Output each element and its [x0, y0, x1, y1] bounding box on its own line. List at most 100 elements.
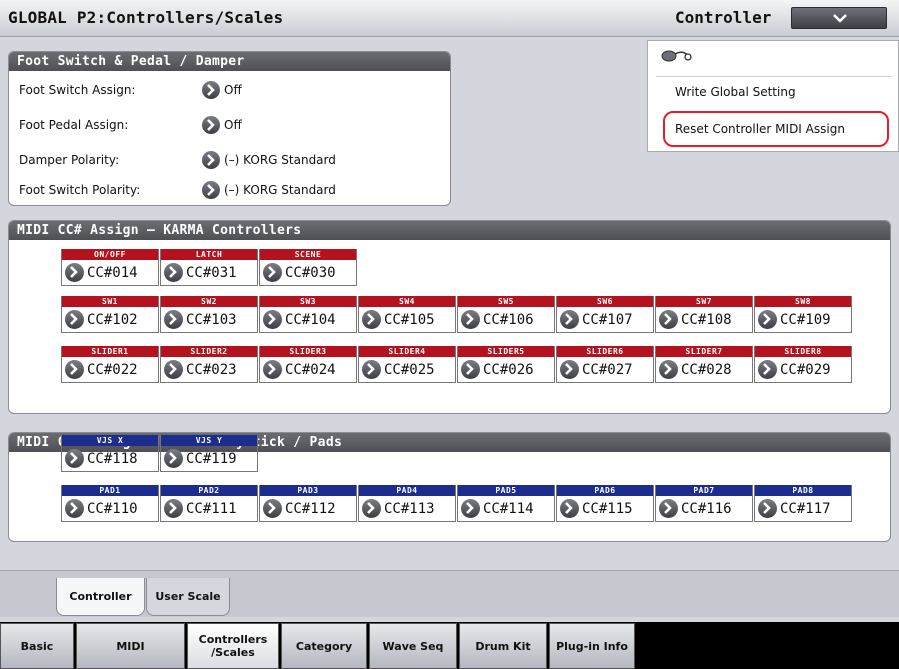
cc-value-selector[interactable]: CC#105 — [362, 309, 435, 330]
chevron-right-icon[interactable] — [263, 309, 282, 329]
karma-controllers-panel: MIDI CC# Assign – KARMA Controllers ON/O… — [8, 220, 891, 414]
reset-controller-midi-assign-menu-item[interactable]: Reset Controller MIDI Assign — [663, 111, 889, 147]
cc-value-selector[interactable]: CC#110 — [65, 498, 138, 519]
chevron-right-icon[interactable] — [461, 359, 480, 379]
cc-tag-label: PAD8 — [755, 485, 851, 496]
cc-value-selector[interactable]: CC#026 — [461, 359, 534, 380]
tab-controllers-scales[interactable]: Controllers/Scales — [187, 623, 279, 669]
cc-tag-label: SLIDER6 — [557, 346, 653, 357]
foot-pedal-assign-value[interactable]: Off — [202, 114, 242, 136]
cc-value-selector[interactable]: CC#115 — [560, 498, 633, 519]
chevron-right-icon[interactable] — [659, 498, 678, 518]
chevron-right-icon[interactable] — [263, 262, 282, 282]
cc-tag-label: SW4 — [359, 296, 455, 307]
chevron-right-icon[interactable] — [560, 309, 579, 329]
tab-category[interactable]: Category — [281, 623, 367, 669]
chevron-right-icon[interactable] — [164, 359, 183, 379]
cc-value-text: CC#107 — [582, 312, 633, 328]
foot-switch-polarity-value[interactable]: (–) KORG Standard — [202, 179, 336, 201]
cc-tag-label: SW1 — [62, 296, 158, 307]
chevron-right-icon[interactable] — [202, 115, 220, 134]
chevron-right-icon[interactable] — [461, 498, 480, 518]
chevron-right-icon[interactable] — [164, 262, 183, 282]
cc-value-selector[interactable]: CC#109 — [758, 309, 831, 330]
cc-value-selector[interactable]: CC#108 — [659, 309, 732, 330]
cc-cell-pad8: PAD8 CC#117 — [754, 485, 852, 522]
chevron-right-icon[interactable] — [202, 150, 220, 169]
chevron-right-icon[interactable] — [202, 180, 220, 199]
foot-panel-title: Foot Switch & Pedal / Damper — [9, 52, 450, 71]
chevron-right-icon[interactable] — [263, 498, 282, 518]
cc-value-selector[interactable]: CC#024 — [263, 359, 336, 380]
chevron-right-icon[interactable] — [362, 309, 381, 329]
chevron-right-icon[interactable] — [65, 359, 84, 379]
cc-value-selector[interactable]: CC#103 — [164, 309, 237, 330]
cc-value-selector[interactable]: CC#028 — [659, 359, 732, 380]
foot-switch-assign-value[interactable]: Off — [202, 79, 242, 101]
cc-value-selector[interactable]: CC#116 — [659, 498, 732, 519]
tab-midi[interactable]: MIDI — [76, 623, 185, 669]
damper-polarity-label: Damper Polarity: — [19, 153, 120, 167]
cc-tag-label: PAD6 — [557, 485, 653, 496]
cc-value-selector[interactable]: CC#106 — [461, 309, 534, 330]
chevron-right-icon[interactable] — [65, 262, 84, 282]
cc-value-selector[interactable]: CC#027 — [560, 359, 633, 380]
cc-value-selector[interactable]: CC#104 — [263, 309, 336, 330]
cc-value-selector[interactable]: CC#111 — [164, 498, 237, 519]
chevron-right-icon[interactable] — [362, 498, 381, 518]
damper-polarity-value[interactable]: (–) KORG Standard — [202, 149, 336, 171]
cc-value-selector[interactable]: CC#014 — [65, 262, 138, 283]
cc-value-selector[interactable]: CC#031 — [164, 262, 237, 283]
chevron-right-icon[interactable] — [65, 309, 84, 329]
cc-cell-pad1: PAD1 CC#110 — [61, 485, 159, 522]
subtab-user-scale[interactable]: User Scale — [146, 578, 230, 616]
cc-value-selector[interactable]: CC#030 — [263, 262, 336, 283]
chevron-right-icon[interactable] — [758, 359, 777, 379]
chevron-right-icon[interactable] — [263, 359, 282, 379]
chevron-right-icon[interactable] — [659, 359, 678, 379]
cc-value-selector[interactable]: CC#117 — [758, 498, 831, 519]
foot-switch-assign-label: Foot Switch Assign: — [19, 83, 136, 97]
cc-value-selector[interactable]: CC#114 — [461, 498, 534, 519]
cc-cell-on-off: ON/OFF CC#014 — [61, 249, 159, 286]
cc-value-selector[interactable]: CC#112 — [263, 498, 336, 519]
chevron-right-icon[interactable] — [659, 309, 678, 329]
tab-wave-seq[interactable]: Wave Seq — [369, 623, 457, 669]
cc-value-selector[interactable]: CC#025 — [362, 359, 435, 380]
cc-cell-slider7: SLIDER7 CC#028 — [655, 346, 753, 383]
chevron-right-icon[interactable] — [461, 309, 480, 329]
cc-value-selector[interactable]: CC#118 — [65, 448, 138, 469]
cc-tag-label: PAD7 — [656, 485, 752, 496]
chevron-right-icon[interactable] — [164, 498, 183, 518]
tab-plug-in-info[interactable]: Plug-in Info — [549, 623, 635, 669]
tab-basic[interactable]: Basic — [0, 623, 74, 669]
chevron-right-icon[interactable] — [65, 448, 84, 468]
cc-value-selector[interactable]: CC#119 — [164, 448, 237, 469]
chevron-right-icon[interactable] — [65, 498, 84, 518]
cc-cell-slider4: SLIDER4 CC#025 — [358, 346, 456, 383]
chevron-right-icon[interactable] — [164, 448, 183, 468]
chevron-right-icon[interactable] — [758, 498, 777, 518]
cc-value-selector[interactable]: CC#102 — [65, 309, 138, 330]
cc-value-text: CC#112 — [285, 501, 336, 517]
chevron-right-icon[interactable] — [758, 309, 777, 329]
chevron-right-icon[interactable] — [560, 498, 579, 518]
subtab-controller[interactable]: Controller — [56, 578, 145, 616]
cc-value-selector[interactable]: CC#022 — [65, 359, 138, 380]
write-global-setting-menu-item[interactable]: Write Global Setting — [656, 76, 892, 106]
global-controllers-scales-screen: GLOBAL P2:Controllers/Scales Controller … — [0, 0, 899, 669]
cc-cell-pad7: PAD7 CC#116 — [655, 485, 753, 522]
chevron-right-icon[interactable] — [362, 359, 381, 379]
page-menu-button[interactable] — [791, 7, 887, 29]
cc-value-selector[interactable]: CC#107 — [560, 309, 633, 330]
chevron-right-icon[interactable] — [202, 80, 220, 99]
cc-value-selector[interactable]: CC#113 — [362, 498, 435, 519]
cc-value-text: CC#102 — [87, 312, 138, 328]
chevron-right-icon[interactable] — [560, 359, 579, 379]
chevron-right-icon[interactable] — [164, 309, 183, 329]
tab-drum-kit[interactable]: Drum Kit — [459, 623, 547, 669]
cc-value-selector[interactable]: CC#029 — [758, 359, 831, 380]
cc-cell-pad2: PAD2 CC#111 — [160, 485, 258, 522]
cc-tag-label: SLIDER4 — [359, 346, 455, 357]
cc-value-selector[interactable]: CC#023 — [164, 359, 237, 380]
